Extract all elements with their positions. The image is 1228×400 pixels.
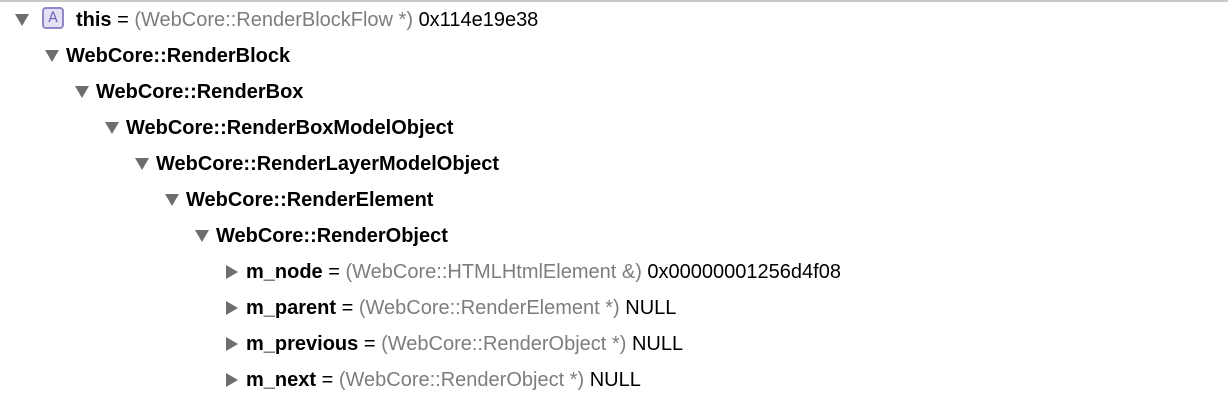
base-class-name: WebCore::RenderBox — [96, 81, 304, 103]
disclosure-collapsed-icon[interactable] — [224, 265, 240, 279]
base-class-label: WebCore::RenderBoxModelObject — [126, 110, 453, 146]
member-type: (WebCore::RenderObject *) — [338, 369, 585, 391]
equals-sign: = — [341, 297, 354, 319]
base-class-label: WebCore::RenderBox — [96, 74, 303, 110]
base-class-label: WebCore::RenderObject — [216, 218, 448, 254]
disclosure-expanded-icon[interactable] — [164, 193, 180, 207]
tree-row-member[interactable]: m_next = (WebCore::RenderObject *) NULL — [0, 362, 1228, 398]
member-label: m_previous = (WebCore::RenderObject *) N… — [246, 326, 683, 362]
base-class-name: WebCore::RenderBlock — [66, 45, 291, 67]
variable-label: this = (WebCore::RenderBlockFlow *) 0x11… — [76, 2, 538, 38]
disclosure-collapsed-icon[interactable] — [224, 373, 240, 387]
member-name: m_previous — [246, 333, 359, 355]
equals-sign: = — [117, 9, 129, 31]
member-name: m_next — [246, 369, 317, 391]
disclosure-expanded-icon[interactable] — [44, 49, 60, 63]
tree-row-base-class[interactable]: WebCore::RenderBoxModelObject — [0, 110, 1228, 146]
tree-row-base-class[interactable]: WebCore::RenderBlock — [0, 38, 1228, 74]
member-type: (WebCore::HTMLHtmlElement &) — [345, 261, 642, 283]
disclosure-expanded-icon[interactable] — [14, 13, 30, 27]
base-class-label: WebCore::RenderLayerModelObject — [156, 146, 499, 182]
tree-row-this[interactable]: A this = (WebCore::RenderBlockFlow *) 0x… — [0, 2, 1228, 38]
member-value: NULL — [631, 333, 684, 355]
member-value: NULL — [625, 297, 677, 319]
equals-sign: = — [363, 333, 376, 355]
base-class-name: WebCore::RenderObject — [216, 225, 448, 247]
disclosure-expanded-icon[interactable] — [194, 229, 210, 243]
member-label: m_node = (WebCore::HTMLHtmlElement &) 0x… — [246, 254, 841, 290]
base-class-name: WebCore::RenderElement — [186, 189, 434, 211]
tree-row-base-class[interactable]: WebCore::RenderElement — [0, 182, 1228, 218]
automatic-variable-icon: A — [42, 7, 64, 29]
base-class-name: WebCore::RenderLayerModelObject — [156, 153, 500, 175]
disclosure-collapsed-icon[interactable] — [224, 337, 240, 351]
tree-row-member[interactable]: m_parent = (WebCore::RenderElement *) NU… — [0, 290, 1228, 326]
disclosure-expanded-icon[interactable] — [74, 85, 90, 99]
member-value: NULL — [589, 369, 641, 391]
variable-name: this — [76, 9, 112, 31]
variable-value: 0x114e19e38 — [418, 9, 539, 31]
member-name: m_node — [246, 261, 323, 283]
equals-sign: = — [321, 369, 334, 391]
variable-type: (WebCore::RenderBlockFlow *) — [134, 9, 413, 31]
tree-row-base-class[interactable]: WebCore::RenderObject — [0, 218, 1228, 254]
base-class-label: WebCore::RenderBlock — [66, 38, 290, 74]
disclosure-expanded-icon[interactable] — [134, 157, 150, 171]
member-label: m_next = (WebCore::RenderObject *) NULL — [246, 362, 641, 398]
member-value: 0x00000001256d4f08 — [647, 261, 841, 283]
disclosure-collapsed-icon[interactable] — [224, 301, 240, 315]
tree-row-base-class[interactable]: WebCore::RenderBox — [0, 74, 1228, 110]
tree-row-base-class[interactable]: WebCore::RenderLayerModelObject — [0, 146, 1228, 182]
base-class-name: WebCore::RenderBoxModelObject — [126, 117, 454, 139]
disclosure-expanded-icon[interactable] — [104, 121, 120, 135]
base-class-label: WebCore::RenderElement — [186, 182, 433, 218]
member-name: m_parent — [246, 297, 337, 319]
member-label: m_parent = (WebCore::RenderElement *) NU… — [246, 290, 676, 326]
member-type: (WebCore::RenderElement *) — [358, 297, 620, 319]
equals-sign: = — [328, 261, 340, 283]
member-type: (WebCore::RenderObject *) — [381, 333, 627, 355]
tree-row-member[interactable]: m_previous = (WebCore::RenderObject *) N… — [0, 326, 1228, 362]
tree-row-member[interactable]: m_node = (WebCore::HTMLHtmlElement &) 0x… — [0, 254, 1228, 290]
